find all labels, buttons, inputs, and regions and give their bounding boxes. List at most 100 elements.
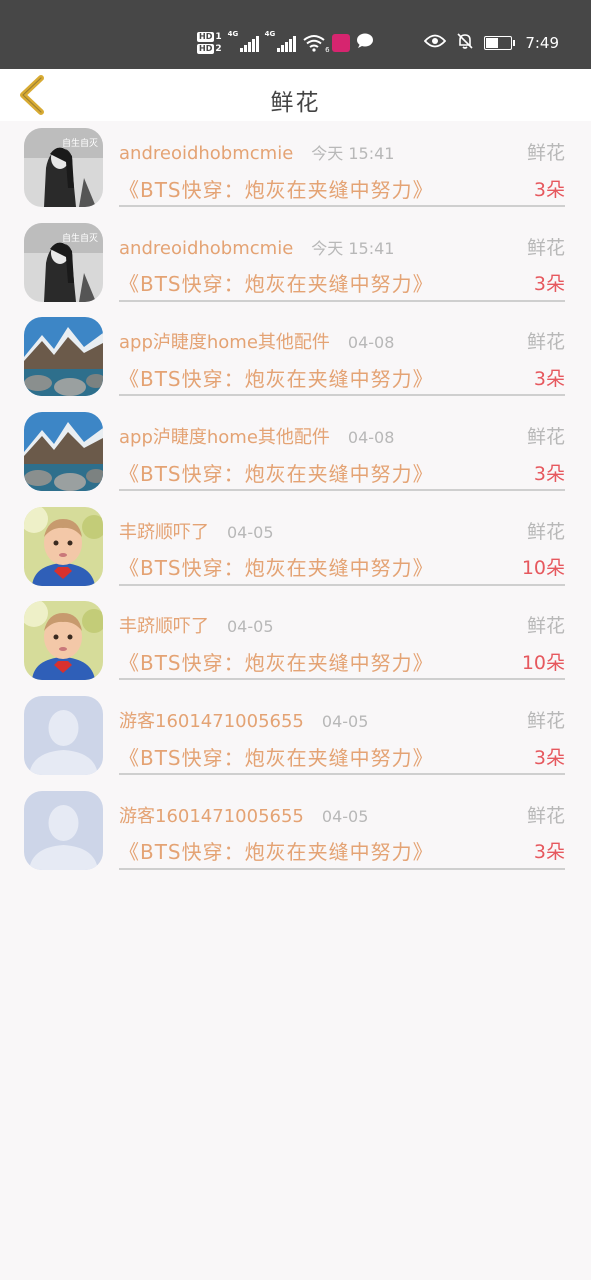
book-title: 《BTS快穿：炮灰在夹缝中努力》 — [119, 461, 434, 486]
row-detail: 《BTS快穿：炮灰在夹缝中努力》 3朵 — [119, 739, 565, 776]
status-bar: HD 1 HD 2 4G 4G 6 7:49 — [0, 0, 591, 69]
row-header: andreoidhobmcmie 今天 15:41 鲜花 — [119, 138, 565, 164]
avatar-image: 自生自灭 — [24, 128, 103, 207]
avatar-image — [24, 412, 103, 492]
nav-bar: 鲜花 — [0, 69, 591, 121]
avatar[interactable] — [24, 317, 103, 397]
gift-count: 3朵 — [533, 273, 565, 296]
avatar-image — [24, 601, 103, 681]
list-item[interactable]: app泸睫度home其他配件 04-08 鲜花 《BTS快穿：炮灰在夹缝中努力》… — [0, 405, 591, 500]
timestamp: 04-05 — [321, 712, 369, 732]
list-item[interactable]: 丰跻顺吓了 04-05 鲜花 《BTS快穿：炮灰在夹缝中努力》 10朵 — [0, 594, 591, 689]
timestamp: 04-05 — [227, 522, 274, 542]
gift-type: 鲜花 — [526, 236, 565, 259]
row-detail: 《BTS快穿：炮灰在夹缝中努力》 10朵 — [119, 550, 565, 586]
user-name: 丰跻顺吓了 — [119, 521, 209, 543]
row-header: app泸睫度home其他配件 04-08 鲜花 — [119, 327, 565, 353]
list-item[interactable]: 自生自灭 andreoidhobmcmie 今天 15:41 鲜花 《BTS快穿… — [0, 121, 591, 216]
hd1-indicator: HD 1 — [197, 32, 222, 42]
gift-type: 鲜花 — [526, 520, 565, 543]
gift-count: 3朵 — [533, 178, 565, 201]
book-title: 《BTS快穿：炮灰在夹缝中努力》 — [119, 650, 434, 675]
user-name: app泸睫度home其他配件 — [119, 427, 330, 449]
gift-type: 鲜花 — [526, 615, 565, 638]
eye-icon — [424, 34, 447, 52]
row-detail: 《BTS快穿：炮灰在夹缝中努力》 3朵 — [119, 360, 565, 397]
row-header: 游客1601471005655 04-05 鲜花 — [119, 706, 565, 732]
gift-type: 鲜花 — [526, 804, 565, 827]
list-item[interactable]: 自生自灭 andreoidhobmcmie 今天 15:41 鲜花 《BTS快穿… — [0, 216, 591, 311]
list-item[interactable]: 游客1601471005655 04-05 鲜花 《BTS快穿：炮灰在夹缝中努力… — [0, 689, 591, 784]
avatar[interactable] — [24, 412, 103, 492]
user-name: 丰跻顺吓了 — [119, 616, 209, 638]
gift-type: 鲜花 — [526, 426, 565, 449]
list-item[interactable]: app泸睫度home其他配件 04-08 鲜花 《BTS快穿：炮灰在夹缝中努力》… — [0, 310, 591, 405]
signal-icon: 4G — [228, 30, 259, 52]
avatar[interactable] — [24, 506, 103, 586]
page-title: 鲜花 — [270, 90, 321, 116]
gift-type: 鲜花 — [526, 331, 565, 354]
svg-text:自生自灭: 自生自灭 — [62, 232, 98, 244]
row-detail: 《BTS快穿：炮灰在夹缝中努力》 3朵 — [119, 834, 565, 870]
avatar[interactable] — [24, 601, 103, 681]
avatar-image — [24, 696, 103, 776]
row-header: 游客1601471005655 04-05 鲜花 — [119, 801, 565, 827]
hd2-indicator: HD 2 — [197, 44, 222, 54]
row-detail: 《BTS快穿：炮灰在夹缝中努力》 3朵 — [119, 266, 565, 302]
timestamp: 今天 15:41 — [311, 144, 395, 163]
gift-count: 10朵 — [521, 651, 565, 674]
gift-type: 鲜花 — [526, 142, 565, 164]
avatar[interactable] — [24, 790, 103, 870]
gift-count: 3朵 — [533, 746, 565, 769]
timestamp: 04-08 — [347, 333, 395, 353]
row-header: app泸睫度home其他配件 04-08 鲜花 — [119, 422, 565, 448]
wifi-icon: 6 — [302, 34, 330, 54]
chat-bubble-icon — [356, 33, 374, 53]
timestamp: 04-08 — [347, 428, 395, 448]
user-name: app泸睫度home其他配件 — [119, 332, 330, 354]
gift-count: 3朵 — [533, 462, 565, 485]
list-item[interactable]: 游客1601471005655 04-05 鲜花 《BTS快穿：炮灰在夹缝中努力… — [0, 784, 591, 879]
row-detail: 《BTS快穿：炮灰在夹缝中努力》 3朵 — [119, 171, 565, 207]
bell-off-icon — [456, 32, 474, 54]
book-title: 《BTS快穿：炮灰在夹缝中努力》 — [119, 366, 434, 391]
row-detail: 《BTS快穿：炮灰在夹缝中努力》 10朵 — [119, 644, 565, 681]
avatar[interactable]: 自生自灭 — [24, 128, 103, 207]
gift-record-list: 自生自灭 andreoidhobmcmie 今天 15:41 鲜花 《BTS快穿… — [0, 121, 591, 879]
avatar-image — [24, 790, 103, 870]
avatar-image: 自生自灭 — [24, 222, 103, 302]
avatar[interactable]: 自生自灭 — [24, 222, 103, 302]
book-title: 《BTS快穿：炮灰在夹缝中努力》 — [119, 177, 434, 202]
avatar-image — [24, 506, 103, 586]
list-item[interactable]: 丰跻顺吓了 04-05 鲜花 《BTS快穿：炮灰在夹缝中努力》 10朵 — [0, 500, 591, 595]
user-name: 游客1601471005655 — [119, 711, 304, 733]
timestamp: 04-05 — [227, 617, 274, 637]
book-title: 《BTS快穿：炮灰在夹缝中努力》 — [119, 840, 434, 865]
row-header: 丰跻顺吓了 04-05 鲜花 — [119, 517, 565, 543]
status-right-group: 7:49 — [424, 32, 559, 54]
timestamp: 今天 15:41 — [311, 238, 395, 258]
user-name: andreoidhobmcmie — [119, 237, 294, 259]
book-title: 《BTS快穿：炮灰在夹缝中努力》 — [119, 272, 434, 297]
signal-icon: 4G — [265, 30, 296, 52]
app-notification-icon — [331, 34, 350, 52]
row-header: 丰跻顺吓了 04-05 鲜花 — [119, 611, 565, 637]
row-header: andreoidhobmcmie 今天 15:41 鲜花 — [119, 233, 565, 259]
user-name: 游客1601471005655 — [119, 805, 304, 827]
avatar-image — [24, 317, 103, 397]
book-title: 《BTS快穿：炮灰在夹缝中努力》 — [119, 745, 434, 770]
user-name: andreoidhobmcmie — [119, 143, 294, 164]
book-title: 《BTS快穿：炮灰在夹缝中努力》 — [119, 556, 434, 581]
svg-text:自生自灭: 自生自灭 — [62, 137, 98, 149]
gift-count: 3朵 — [533, 841, 565, 864]
gift-count: 10朵 — [521, 557, 565, 580]
row-detail: 《BTS快穿：炮灰在夹缝中努力》 3朵 — [119, 455, 565, 492]
hd-indicators: HD 1 HD 2 — [197, 32, 222, 54]
battery-icon — [484, 36, 516, 50]
status-left-group: HD 1 HD 2 4G 4G 6 — [197, 24, 374, 62]
gift-type: 鲜花 — [526, 710, 565, 733]
avatar[interactable] — [24, 696, 103, 776]
timestamp: 04-05 — [321, 806, 369, 826]
gift-count: 3朵 — [533, 367, 565, 390]
clock-time: 7:49 — [525, 34, 559, 52]
